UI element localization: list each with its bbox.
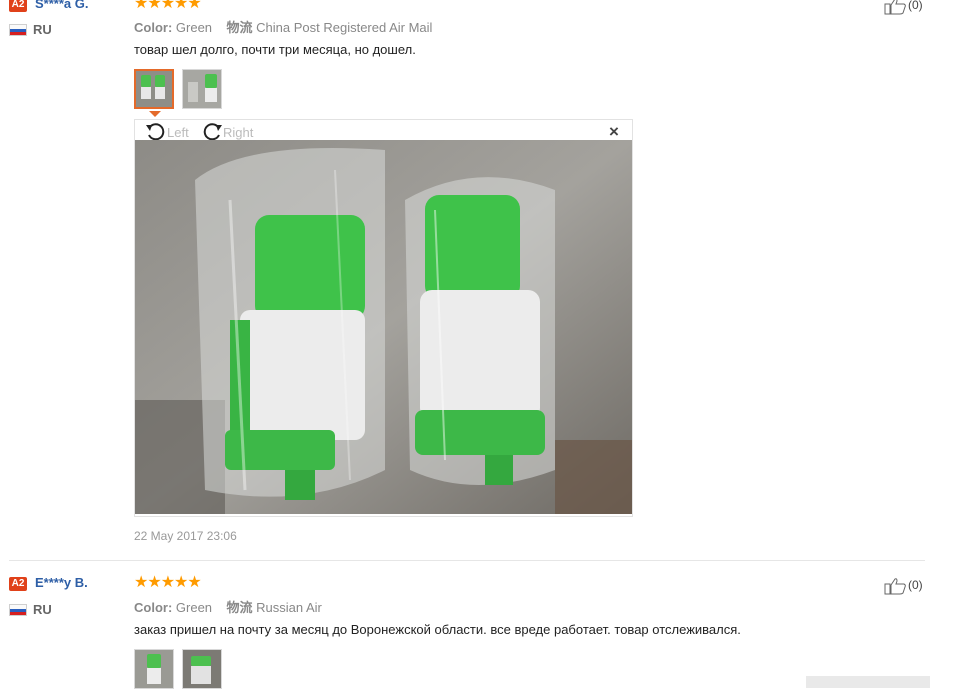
color-label: Color: — [134, 20, 173, 35]
flag-icon — [9, 604, 27, 616]
review-photo-thumbnail[interactable] — [182, 69, 222, 109]
color-value: Green — [175, 20, 213, 35]
review-photo-thumbnail[interactable] — [134, 69, 174, 109]
buyer-level-badge: A2 — [9, 0, 27, 12]
scroll-to-top-bar[interactable] — [806, 676, 930, 688]
thumbs-up-icon — [884, 0, 906, 15]
review-photo-thumbnail[interactable] — [134, 649, 174, 689]
review-attributes: Color: Green 物流 Russian Air — [134, 597, 322, 616]
product-photo — [135, 650, 173, 688]
star-rating: ★★★★★ — [134, 574, 202, 591]
helpful-button[interactable]: (0) — [884, 0, 923, 15]
helpful-count: (0) — [908, 578, 923, 593]
image-viewer: Left Right × — [134, 119, 633, 517]
rotate-left-label: Left — [167, 124, 189, 140]
close-icon[interactable]: × — [609, 122, 619, 142]
shipping-label: 物流 — [226, 600, 253, 615]
helpful-count: (0) — [908, 0, 923, 13]
reviewer-name[interactable]: S****a G. — [35, 0, 88, 11]
buyer-level-badge: A2 — [9, 577, 27, 591]
reviewer-country: RU — [33, 602, 52, 617]
rotate-right-label: Right — [223, 124, 254, 140]
color-value: Green — [175, 600, 213, 615]
review-attributes: Color: Green 物流 China Post Registered Ai… — [134, 17, 432, 36]
review-photo-thumbnail[interactable] — [182, 649, 222, 689]
color-label: Color: — [134, 600, 173, 615]
flag-icon — [9, 24, 27, 36]
rotate-left-icon — [146, 123, 165, 141]
star-rating: ★★★★★ — [134, 0, 202, 12]
helpful-button[interactable]: (0) — [884, 577, 923, 595]
shipping-label: 物流 — [226, 20, 253, 35]
review-separator — [9, 560, 925, 561]
rotate-left-button[interactable]: Left — [145, 122, 189, 142]
selected-thumbnail-pointer — [149, 111, 161, 117]
shipping-value: China Post Registered Air Mail — [256, 20, 433, 35]
rotate-right-icon — [203, 123, 222, 141]
shipping-value: Russian Air — [256, 600, 322, 615]
rotate-right-button[interactable]: Right — [201, 122, 253, 142]
reviewer-country: RU — [33, 22, 52, 37]
product-photo — [136, 71, 172, 107]
product-photo — [183, 650, 221, 688]
product-photo — [183, 70, 221, 108]
reviewer-name[interactable]: E****y B. — [35, 575, 88, 590]
review-text: товар шел долго, почти три месяца, но до… — [134, 42, 416, 57]
review-date: 22 May 2017 23:06 — [134, 529, 237, 543]
thumbs-up-icon — [884, 578, 906, 595]
review-photo-large — [135, 140, 632, 514]
review-text: заказ пришел на почту за месяц до Вороне… — [134, 622, 741, 637]
